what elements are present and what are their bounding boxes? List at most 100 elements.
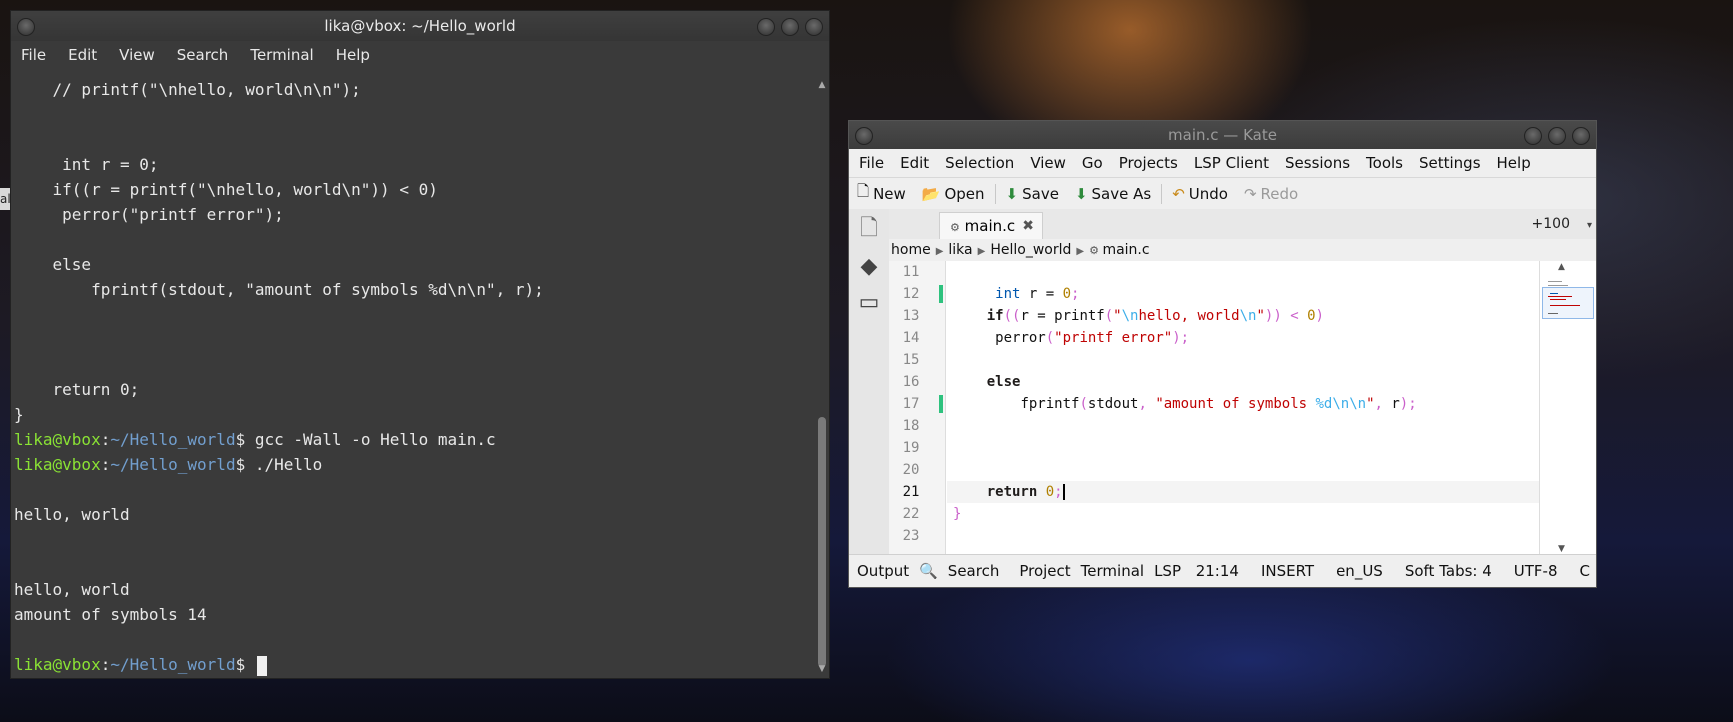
minimize-icon[interactable]	[757, 18, 775, 36]
git-icon[interactable]: ◆	[856, 253, 882, 279]
output-panel-button[interactable]: Output	[857, 555, 909, 587]
terminal-prompt-line[interactable]: lika@vbox:~/Hello_world$	[14, 652, 814, 677]
menu-edit[interactable]: Edit	[900, 154, 929, 172]
code-token: ((	[1003, 308, 1021, 324]
code-token: "printf error"	[1054, 330, 1173, 346]
scroll-up-icon[interactable]: ▲	[817, 80, 827, 90]
tab-bar: ⚙ main.c ✖ +100 ▾	[889, 209, 1596, 240]
scroll-up-icon[interactable]: ▲	[1558, 262, 1565, 272]
minimap-line	[1550, 293, 1558, 294]
menu-edit[interactable]: Edit	[68, 46, 97, 64]
minimap-scrollbar[interactable]: ▲ ▼	[1539, 261, 1596, 555]
menu-sessions[interactable]: Sessions	[1285, 154, 1350, 172]
menu-tools[interactable]: Tools	[1366, 154, 1403, 172]
command-input[interactable]	[245, 655, 255, 674]
code-token: stdout	[1087, 396, 1139, 412]
chevron-down-icon[interactable]: ▾	[1587, 211, 1592, 241]
menu-view[interactable]: View	[119, 46, 155, 64]
input-mode[interactable]: INSERT	[1261, 555, 1314, 587]
prompt-symbol: $	[235, 430, 246, 449]
code-editor[interactable]: 11 12 13 14 15 16 17 18 19 20 21 22 23 i…	[889, 261, 1542, 555]
breadcrumb-lika[interactable]: lika	[948, 242, 972, 258]
menu-settings[interactable]: Settings	[1419, 154, 1481, 172]
terminal-output[interactable]: // printf("\nhello, world\n\n"); int r =…	[11, 77, 814, 677]
code-token: ,	[1374, 396, 1392, 412]
indentation-mode[interactable]: Soft Tabs: 4	[1405, 555, 1492, 587]
save-icon: ⬇	[1005, 184, 1019, 203]
open-button[interactable]: 📂 Open	[922, 185, 985, 203]
close-icon[interactable]	[1572, 127, 1590, 145]
minimize-icon[interactable]	[1524, 127, 1542, 145]
save-button[interactable]: ⬇ Save	[1006, 185, 1059, 203]
breadcrumb-hello-world[interactable]: Hello_world	[990, 242, 1071, 258]
undo-label: Undo	[1188, 184, 1228, 203]
breadcrumb-file[interactable]: main.c	[1102, 242, 1149, 258]
save-as-button[interactable]: ⬇ Save As	[1075, 185, 1151, 203]
code-line-16: else	[947, 371, 1542, 393]
menu-projects[interactable]: Projects	[1119, 154, 1178, 172]
offscreen-window-fragment: al	[0, 188, 10, 210]
minimap-viewport[interactable]	[1542, 287, 1594, 319]
code-token: ;	[1054, 484, 1063, 500]
maximize-icon[interactable]	[1548, 127, 1566, 145]
close-icon[interactable]	[805, 18, 823, 36]
modified-line-marker	[939, 285, 943, 303]
code-token: else	[986, 374, 1021, 390]
undo-icon: ↶	[1172, 184, 1185, 203]
hidden-tabs-count[interactable]: +100	[1532, 209, 1570, 239]
chevron-right-icon: ▶	[935, 246, 944, 257]
new-button[interactable]: 🗋 New	[857, 181, 906, 206]
code-line-12: int r = 0;	[947, 283, 1542, 305]
filesystem-browser-icon[interactable]: ▭	[856, 289, 882, 315]
scroll-down-icon[interactable]: ▼	[817, 664, 827, 674]
maximize-icon[interactable]	[781, 18, 799, 36]
minimap-line	[1548, 281, 1562, 282]
window-menu-icon[interactable]	[855, 127, 873, 145]
spellcheck-language[interactable]: en_US	[1336, 555, 1383, 587]
cursor-position[interactable]: 21:14	[1196, 555, 1239, 587]
menu-file[interactable]: File	[859, 154, 884, 172]
menu-help[interactable]: Help	[1497, 154, 1531, 172]
scroll-down-icon[interactable]: ▼	[1558, 544, 1565, 554]
menu-selection[interactable]: Selection	[945, 154, 1014, 172]
scrollbar-thumb[interactable]	[818, 417, 826, 667]
menu-search[interactable]: Search	[177, 46, 229, 64]
line-number: 23	[902, 528, 920, 544]
menu-terminal[interactable]: Terminal	[250, 46, 313, 64]
program-output-line	[14, 477, 814, 502]
syntax-mode[interactable]: C	[1580, 555, 1590, 587]
terminal-titlebar[interactable]: lika@vbox: ~/Hello_world	[11, 11, 829, 41]
file-encoding[interactable]: UTF-8	[1514, 555, 1558, 587]
terminal-scrollbar[interactable]: ▲ ▼	[815, 77, 829, 677]
close-tab-icon[interactable]: ✖	[1022, 213, 1034, 240]
c-file-icon: ⚙	[1089, 244, 1103, 257]
terminal-line: perror("printf error");	[14, 205, 284, 224]
code-token: %d\n\n	[1315, 396, 1367, 412]
kate-titlebar[interactable]: main.c — Kate	[849, 121, 1596, 149]
breadcrumb-home[interactable]: home	[891, 242, 931, 258]
program-output-line	[14, 552, 814, 577]
line-number: 22	[902, 506, 920, 522]
redo-button[interactable]: ↷ Redo	[1244, 185, 1298, 203]
tab-main-c[interactable]: ⚙ main.c ✖	[939, 212, 1043, 239]
menu-view[interactable]: View	[1030, 154, 1066, 172]
terminal-panel-button[interactable]: Terminal	[1081, 555, 1144, 587]
code-token: (	[1104, 308, 1114, 324]
line-number: 18	[902, 418, 920, 434]
menu-help[interactable]: Help	[336, 46, 370, 64]
project-panel-button[interactable]: Project	[1019, 555, 1070, 587]
menu-lsp-client[interactable]: LSP Client	[1194, 154, 1269, 172]
window-menu-icon[interactable]	[17, 18, 35, 36]
code-token: )	[1315, 308, 1324, 324]
search-panel-button[interactable]: 🔍 Search	[919, 555, 1009, 587]
menu-file[interactable]: File	[21, 46, 46, 64]
code-token: if	[986, 308, 1004, 324]
menu-go[interactable]: Go	[1082, 154, 1103, 172]
documents-icon[interactable]: 🗋	[856, 216, 882, 243]
undo-button[interactable]: ↶ Undo	[1172, 185, 1228, 203]
minimap-line	[1548, 313, 1558, 314]
line-number: 19	[902, 440, 920, 456]
code-line-14: perror("printf error");	[947, 327, 1542, 349]
